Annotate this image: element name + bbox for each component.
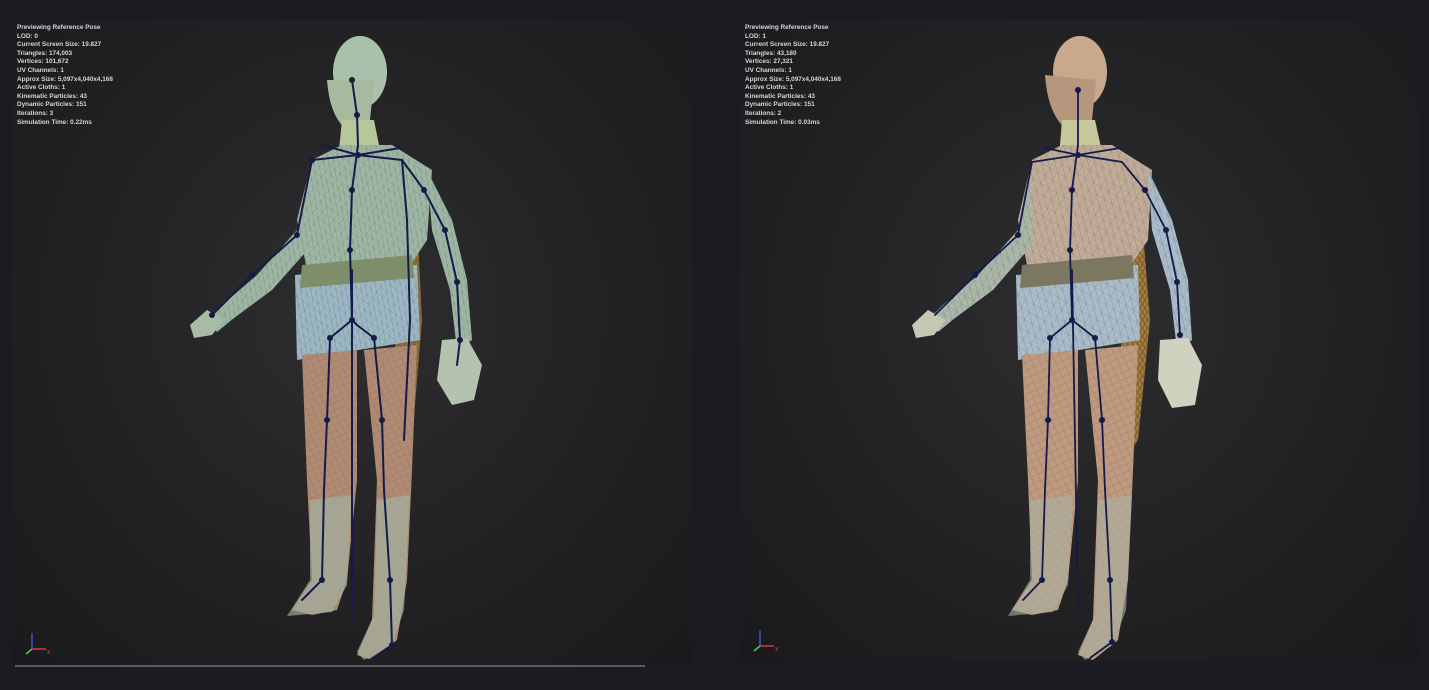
axis-gizmo-icon: x: [753, 630, 779, 653]
character-mesh-lod0[interactable]: [12, 20, 692, 665]
character-mesh-lod1[interactable]: [740, 20, 1419, 662]
viewport-lod0[interactable]: Previewing Reference Pose LOD: 0 Current…: [12, 20, 692, 665]
axis-gizmo-icon: x: [25, 633, 51, 656]
axis-label: x: [47, 649, 51, 656]
viewport-lod1[interactable]: Previewing Reference Pose LOD: 1 Current…: [740, 20, 1419, 662]
timeline-scrubber[interactable]: [15, 665, 645, 667]
axis-label: x: [775, 646, 779, 653]
